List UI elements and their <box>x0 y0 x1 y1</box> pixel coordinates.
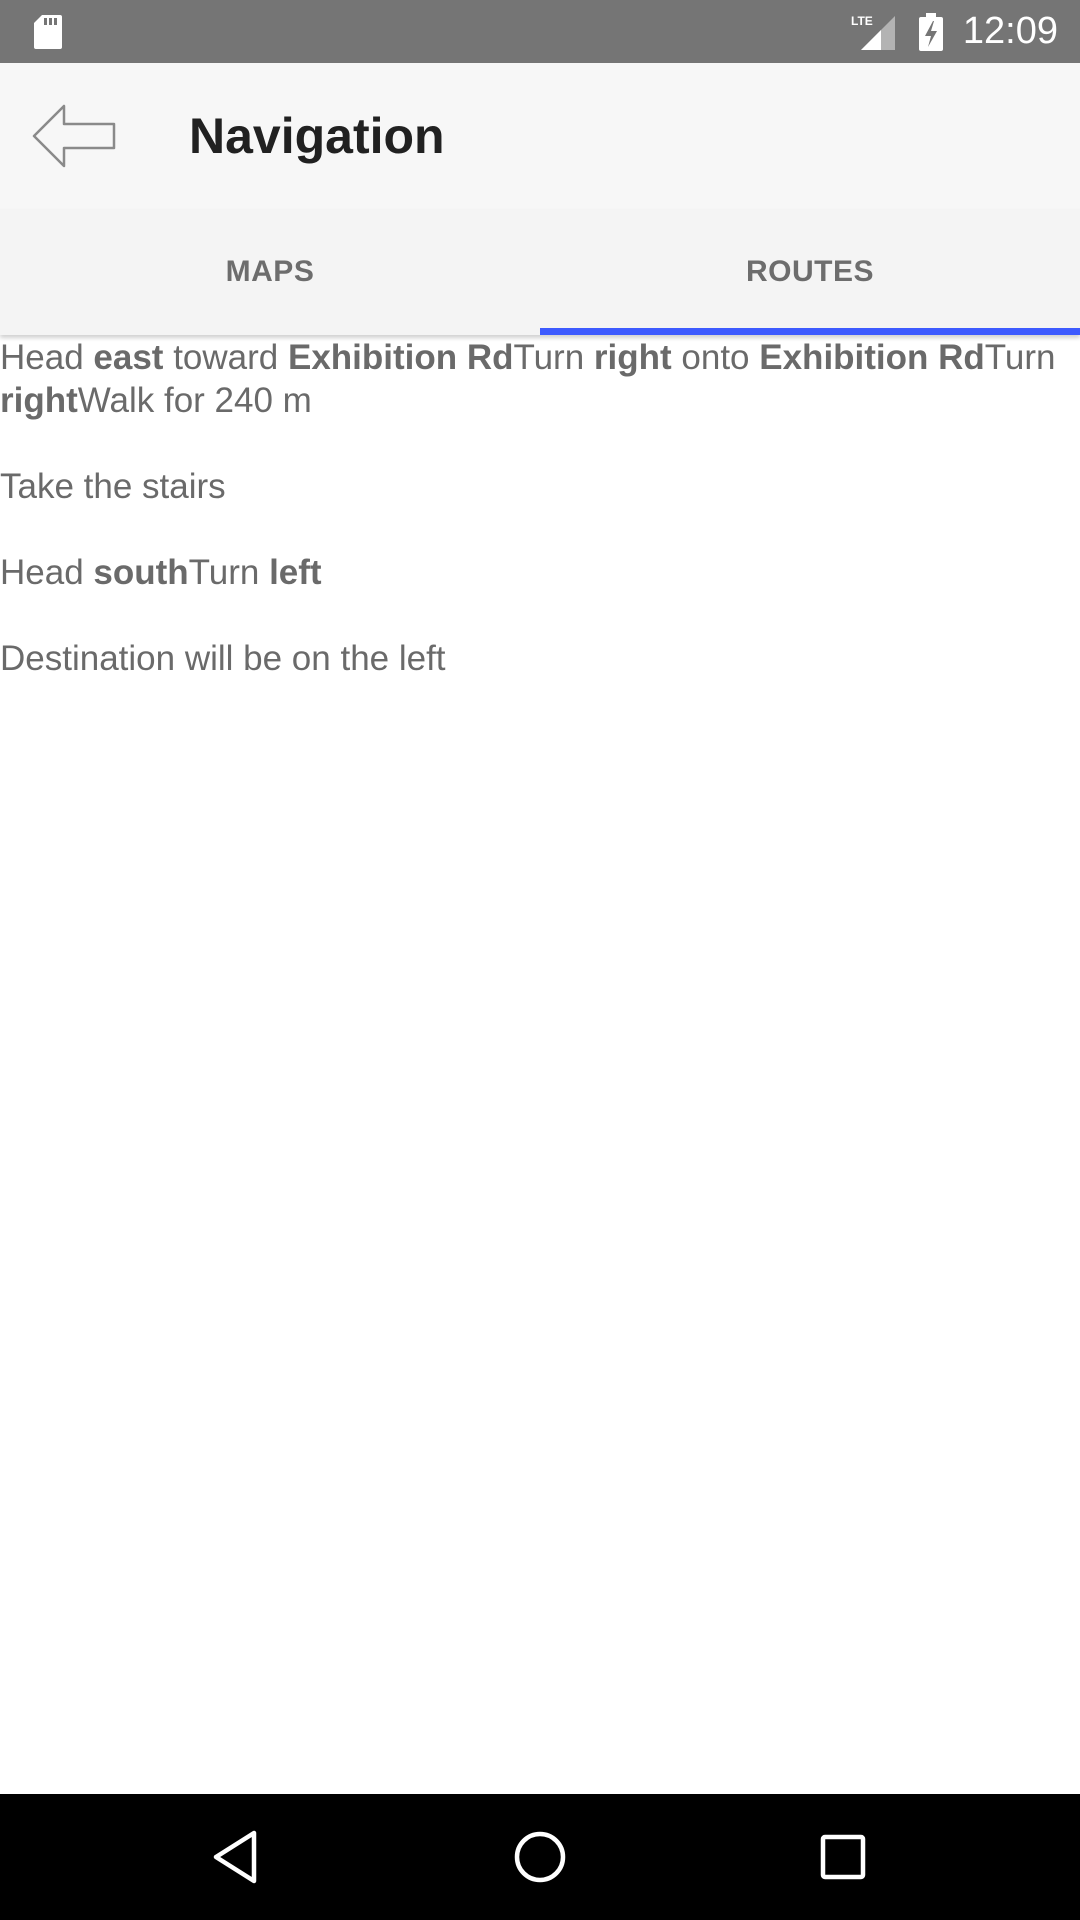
network-label: LTE <box>851 14 873 28</box>
step-text: Turn <box>984 338 1056 377</box>
app-bar: Navigation <box>0 63 1080 209</box>
tab-routes-label: ROUTES <box>745 255 874 288</box>
back-triangle-icon <box>213 1830 257 1884</box>
route-step: Destination will be on the left <box>0 637 1080 680</box>
system-back-button[interactable] <box>206 1827 266 1887</box>
step-text: Take the stairs <box>0 467 226 506</box>
active-tab-indicator <box>540 328 1080 335</box>
route-step: Head southTurn left <box>0 551 1080 594</box>
step-text: toward <box>163 338 288 377</box>
step-text-bold: Exhibition Rd <box>287 338 514 377</box>
recents-square-icon <box>820 1834 866 1880</box>
step-text: Walk for 240 m <box>77 381 312 420</box>
home-circle-icon <box>514 1831 566 1883</box>
step-text: Head <box>0 338 94 377</box>
system-nav-bar <box>0 1794 1080 1920</box>
route-steps-list: Head east toward Exhibition RdTurn right… <box>0 336 1080 723</box>
step-text-bold: left <box>269 553 322 592</box>
system-home-button[interactable] <box>510 1827 570 1887</box>
route-step: Take the stairs <box>0 465 1080 508</box>
step-text: Turn <box>188 553 270 592</box>
tab-routes[interactable]: ROUTES <box>540 209 1080 335</box>
battery-charging-icon <box>918 12 943 51</box>
tab-maps-label: MAPS <box>225 255 315 288</box>
step-text-bold: east <box>93 338 164 377</box>
step-text-bold: right <box>0 381 78 420</box>
sd-card-icon <box>34 15 62 49</box>
step-text: Head <box>0 553 94 592</box>
route-step: Head east toward Exhibition RdTurn right… <box>0 336 1080 422</box>
step-text: onto <box>671 338 760 377</box>
arrow-left-icon <box>32 104 116 168</box>
page-title: Navigation <box>189 108 445 164</box>
step-text-bold: south <box>93 553 189 592</box>
back-button[interactable] <box>30 101 118 171</box>
tab-maps[interactable]: MAPS <box>0 209 540 335</box>
step-text-bold: right <box>593 338 672 377</box>
tab-bar: MAPS ROUTES <box>0 209 1080 335</box>
status-time: 12:09 <box>962 10 1058 52</box>
step-text: Turn <box>513 338 594 377</box>
lte-signal-icon: LTE <box>851 14 895 50</box>
status-bar: LTE 12:09 <box>0 0 1080 63</box>
step-text-bold: Exhibition Rd <box>759 338 985 377</box>
step-text: Destination will be on the left <box>0 639 446 678</box>
system-recents-button[interactable] <box>813 1827 873 1887</box>
